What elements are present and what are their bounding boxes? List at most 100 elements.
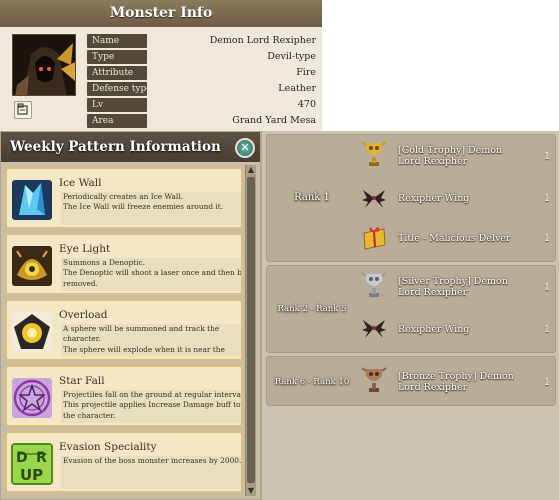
weekly-pattern-panel: Weekly Pattern Information ✕ Ice Wall Pe… [0, 131, 261, 500]
pattern-description-line: Summons a Denoptic. [63, 258, 146, 267]
pattern-description: Projectiles fall on the ground at regula… [61, 390, 241, 423]
info-label: Lv [87, 98, 147, 112]
reward-name-line: Lord Rexipher [398, 382, 468, 393]
info-row-attribute: Attribute Fire [87, 66, 322, 80]
info-value: Grand Yard Mesa [232, 115, 316, 126]
pattern-card-eye-light[interactable]: Eye Light Summons a Denoptic. The Denopt… [5, 233, 243, 295]
pattern-name: Overload [59, 309, 108, 321]
info-row-type: Type Devil-type [87, 50, 322, 64]
reward-name-line: Title - Malicious Delver [398, 233, 511, 244]
reward-quantity: 1 [544, 193, 551, 204]
pattern-scrollbar[interactable]: ▲ ▼ [245, 165, 256, 496]
monster-info-title: Monster Info [0, 0, 322, 27]
rank-group-6-10: Rank 6 - Rank 10 [Bronze Trophy] Demon L… [266, 356, 556, 406]
rank-rewards-panel: Rank 1 [Gold Trophy] Demon Lord Rexipher… [261, 131, 559, 500]
ice-wall-icon [11, 179, 53, 221]
pattern-name: Evasion Speciality [59, 441, 157, 453]
title-gift-icon[interactable] [361, 223, 387, 251]
bronze-trophy-icon[interactable] [361, 366, 387, 394]
eye-light-icon [11, 245, 53, 287]
reward-quantity: 1 [544, 282, 551, 293]
pattern-name: Eye Light [59, 243, 111, 255]
star-fall-icon [11, 377, 53, 419]
pattern-description: Summons a Denoptic. The Denoptic will sh… [61, 258, 241, 291]
icon-letter-r: R [36, 450, 47, 466]
pattern-description-line: This projectile applies Increase Damage … [63, 400, 241, 410]
pattern-description: Evasion of the boss monster increases by… [61, 456, 241, 489]
wing-icon[interactable] [361, 184, 387, 212]
reward-quantity: 1 [544, 233, 551, 244]
info-label: Area [87, 114, 147, 128]
reward-name: Title - Malicious Delver [398, 233, 528, 244]
pattern-description-line: character. [63, 334, 101, 344]
info-label: Defense type [87, 82, 152, 96]
rank-group-1: Rank 1 [Gold Trophy] Demon Lord Rexipher… [266, 134, 556, 262]
pattern-description: Periodically creates an Ice Wall. The Ic… [61, 192, 241, 225]
reward-quantity: 1 [544, 151, 551, 162]
rank-label: Rank 2 - Rank 5 [277, 304, 347, 314]
close-icon: ✕ [240, 141, 250, 154]
info-row-area: Area Grand Yard Mesa [87, 114, 322, 128]
rank-group-2-5: Rank 2 - Rank 5 [Silver Trophy] Demon Lo… [266, 265, 556, 353]
reward-name: [Gold Trophy] Demon Lord Rexipher [398, 145, 528, 167]
scroll-up-arrow-icon[interactable]: ▲ [246, 165, 256, 175]
info-label: Attribute [87, 66, 147, 80]
close-button[interactable]: ✕ [235, 138, 255, 158]
pattern-description-line: Evasion of the boss monster increases by… [63, 456, 241, 465]
pattern-name: Star Fall [59, 375, 105, 387]
reward-name-line: Rexipher Wing [398, 324, 470, 335]
info-label: Name [87, 34, 147, 48]
info-row-name: Name Demon Lord Rexipher [87, 34, 322, 48]
rank-label: Rank 1 [294, 192, 330, 203]
silver-trophy-icon[interactable] [361, 271, 387, 299]
pattern-description-line: The Ice Wall will freeze enemies around … [63, 202, 224, 212]
pattern-card-ice-wall[interactable]: Ice Wall Periodically creates an Ice Wal… [5, 167, 243, 229]
reward-quantity: 1 [544, 324, 551, 335]
evasion-speciality-icon: D R UP [11, 443, 53, 485]
pattern-description-line: removed. [63, 278, 98, 288]
reward-name-line: Lord Rexipher [398, 287, 468, 298]
reward-name: Rexipher Wing [398, 324, 528, 335]
info-value: Leather [278, 83, 316, 94]
pattern-description: A sphere will be summoned and track the … [61, 324, 241, 357]
pattern-description-line: Projectiles fall on the ground at regula… [63, 390, 241, 399]
weekly-pattern-title: Weekly Pattern Information [10, 139, 221, 155]
pattern-card-overload[interactable]: Overload A sphere will be summoned and t… [5, 299, 243, 361]
icon-letter-d: D [16, 450, 28, 466]
monster-card-icon[interactable] [14, 101, 32, 119]
reward-name: [Bronze Trophy] Demon Lord Rexipher [398, 371, 528, 393]
info-value: Demon Lord Rexipher [209, 35, 316, 46]
info-row-defense-type: Defense type Leather [87, 82, 322, 96]
info-value: Devil-type [267, 51, 316, 62]
reward-name-line: Lord Rexipher [398, 156, 468, 167]
pattern-description-line: The Denoptic will shoot a laser once and… [63, 268, 241, 278]
pattern-description-line: The sphere will explode when it is near … [63, 344, 225, 354]
reward-name-line: [Bronze Trophy] Demon [398, 371, 514, 382]
reward-name: [Silver Trophy] Demon Lord Rexipher [398, 276, 528, 298]
info-value: 470 [297, 99, 316, 110]
rank-label: Rank 6 - Rank 10 [274, 377, 350, 387]
monster-info-panel: Monster Info Name Demon Lord Rexipher Ty… [0, 0, 322, 131]
reward-quantity: 1 [544, 377, 551, 388]
info-row-level: Lv 470 [87, 98, 322, 112]
pattern-card-star-fall[interactable]: Star Fall Projectiles fall on the ground… [5, 365, 243, 427]
weekly-pattern-header: Weekly Pattern Information ✕ [1, 132, 260, 162]
icon-letters-up: UP [20, 466, 43, 484]
pattern-description-line: Periodically creates an Ice Wall. [63, 192, 183, 201]
overload-icon [11, 311, 53, 353]
monster-portrait [12, 34, 76, 96]
reward-name-line: Rexipher Wing [398, 193, 470, 204]
pattern-name: Ice Wall [59, 177, 102, 189]
scroll-down-arrow-icon[interactable]: ▼ [246, 486, 256, 496]
pattern-card-evasion-speciality[interactable]: D R UP Evasion Speciality Evasion of the… [5, 431, 243, 493]
reward-name: Rexipher Wing [398, 193, 528, 204]
info-value: Fire [296, 67, 316, 78]
scroll-thumb[interactable] [247, 177, 255, 483]
gold-trophy-icon[interactable] [361, 140, 387, 168]
info-label: Type [87, 50, 147, 64]
reward-name-line: [Gold Trophy] Demon [398, 145, 503, 156]
pattern-description-line: A sphere will be summoned and track the [63, 324, 220, 333]
pattern-description-line: the character. [63, 410, 116, 420]
wing-icon[interactable] [361, 314, 387, 342]
reward-name-line: [Silver Trophy] Demon [398, 276, 508, 287]
